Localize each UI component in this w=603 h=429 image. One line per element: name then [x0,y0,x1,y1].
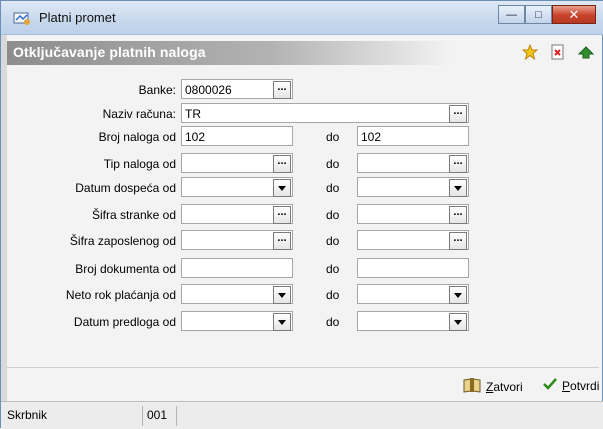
sifra-zaposlenog-to-input[interactable]: ... [357,230,469,250]
title-bar[interactable]: Platni promet — □ ✕ [1,1,603,35]
form-header: Otključavanje platnih naloga [7,41,599,65]
status-bar: Skrbnik 001 [1,401,603,429]
tip-naloga-to-lookup-button[interactable]: ... [449,155,467,173]
sifra-stranke-from-lookup-button[interactable]: ... [273,206,291,224]
chevron-down-icon [454,319,462,325]
book-icon [463,377,481,396]
sifra-zaposlenog-to-lookup-button[interactable]: ... [449,232,467,250]
banke-value: 0800026 [185,83,232,97]
row-naziv-racuna: Naziv računa: TR ... [1,103,603,125]
row-datum-dospeca: Datum dospeća od do [1,177,603,199]
label-do: do [326,315,340,329]
neto-rok-from-select[interactable] [181,284,293,304]
datum-predloga-to-dropdown-button[interactable] [449,313,467,331]
datum-dospeca-from-select[interactable] [181,177,293,197]
row-tip-naloga: Tip naloga od ... do ... [1,153,603,175]
datum-dospeca-to-select[interactable] [357,177,469,197]
label-do: do [326,288,340,302]
broj-dokumenta-from-input[interactable] [181,258,293,278]
chevron-down-icon [454,185,462,191]
row-banke: Banke: 0800026 ... [1,79,603,101]
naziv-racuna-lookup-button[interactable]: ... [449,105,467,123]
banke-lookup-button[interactable]: ... [273,81,291,99]
tip-naloga-to-input[interactable]: ... [357,153,469,173]
label-broj-naloga: Broj naloga od [98,130,176,144]
datum-predloga-to-select[interactable] [357,311,469,331]
banke-input[interactable]: 0800026 ... [181,79,293,99]
sifra-zaposlenog-from-input[interactable]: ... [181,230,293,250]
label-naziv-racuna: Naziv računa: [102,107,176,121]
neto-rok-to-dropdown-button[interactable] [449,286,467,304]
label-tip-naloga: Tip naloga od [103,157,176,171]
chevron-down-icon [278,319,286,325]
row-sifra-stranke: Šifra stranke od ... do ... [1,204,603,226]
filter-form: Banke: 0800026 ... Naziv računa: TR ... … [1,65,603,365]
label-do: do [326,234,340,248]
row-broj-naloga: Broj naloga od 102 do 102 [1,126,603,148]
naziv-racuna-value: TR [185,107,201,121]
check-icon [543,377,557,394]
naziv-racuna-input[interactable]: TR ... [181,103,469,123]
row-sifra-zaposlenog: Šifra zaposlenog od ... do ... [1,230,603,252]
label-neto-rok: Neto rok plaćanja od [65,288,176,302]
datum-dospeca-from-dropdown-button[interactable] [273,179,291,197]
close-document-icon[interactable] [549,43,567,61]
neto-rok-from-dropdown-button[interactable] [273,286,291,304]
zatvori-button[interactable]: Zatvori [463,377,523,396]
sifra-stranke-to-lookup-button[interactable]: ... [449,206,467,224]
chevron-down-icon [278,292,286,298]
application-window: Platni promet — □ ✕ Otključavanje platni… [0,0,603,429]
status-code: 001 [143,406,177,426]
row-neto-rok: Neto rok plaćanja od do [1,284,603,306]
row-broj-dokumenta: Broj dokumenta od do [1,258,603,280]
action-bar: Zatvori Potvrdi [7,367,599,399]
tip-naloga-from-lookup-button[interactable]: ... [273,155,291,173]
close-button[interactable]: ✕ [552,5,596,24]
chevron-down-icon [454,292,462,298]
window-title: Platni promet [39,10,116,25]
datum-predloga-from-select[interactable] [181,311,293,331]
label-sifra-zaposlenog: Šifra zaposlenog od [69,234,176,248]
label-broj-dokumenta: Broj dokumenta od [75,262,176,276]
close-icon: ✕ [568,6,580,22]
sifra-stranke-to-input[interactable]: ... [357,204,469,224]
label-do: do [326,262,340,276]
label-do: do [326,157,340,171]
potvrdi-label: Potvrdi [562,378,600,393]
label-do: do [326,130,340,144]
broj-dokumenta-to-input[interactable] [357,258,469,278]
broj-naloga-to-input[interactable]: 102 [357,126,469,146]
broj-naloga-from-input[interactable]: 102 [181,126,293,146]
sifra-stranke-from-input[interactable]: ... [181,204,293,224]
label-banke: Banke: [138,83,176,97]
label-datum-predloga: Datum predloga od [73,315,176,329]
status-user: Skrbnik [3,406,143,426]
datum-dospeca-to-dropdown-button[interactable] [449,179,467,197]
label-do: do [326,208,340,222]
broj-naloga-to-value: 102 [361,130,382,144]
label-datum-dospeca: Datum dospeća od [75,181,176,195]
neto-rok-to-select[interactable] [357,284,469,304]
label-sifra-stranke: Šifra stranke od [91,208,176,222]
minimize-icon: — [506,8,517,21]
broj-naloga-from-value: 102 [185,130,206,144]
maximize-icon: □ [535,8,542,21]
header-toolbar [521,43,595,61]
window-controls: — □ ✕ [498,5,596,25]
sifra-zaposlenog-from-lookup-button[interactable]: ... [273,232,291,250]
minimize-button[interactable]: — [498,5,525,24]
potvrdi-button[interactable]: Potvrdi [543,377,599,394]
green-arrow-icon[interactable] [577,43,595,61]
label-do: do [326,181,340,195]
zatvori-label: Zatvori [486,379,523,394]
tip-naloga-from-input[interactable]: ... [181,153,293,173]
row-datum-predloga: Datum predloga od do [1,311,603,333]
app-icon [13,10,31,26]
maximize-button[interactable]: □ [525,5,552,24]
page-title: Otključavanje platnih naloga [13,44,206,60]
datum-predloga-from-dropdown-button[interactable] [273,313,291,331]
chevron-down-icon [278,185,286,191]
star-icon[interactable] [521,43,539,61]
